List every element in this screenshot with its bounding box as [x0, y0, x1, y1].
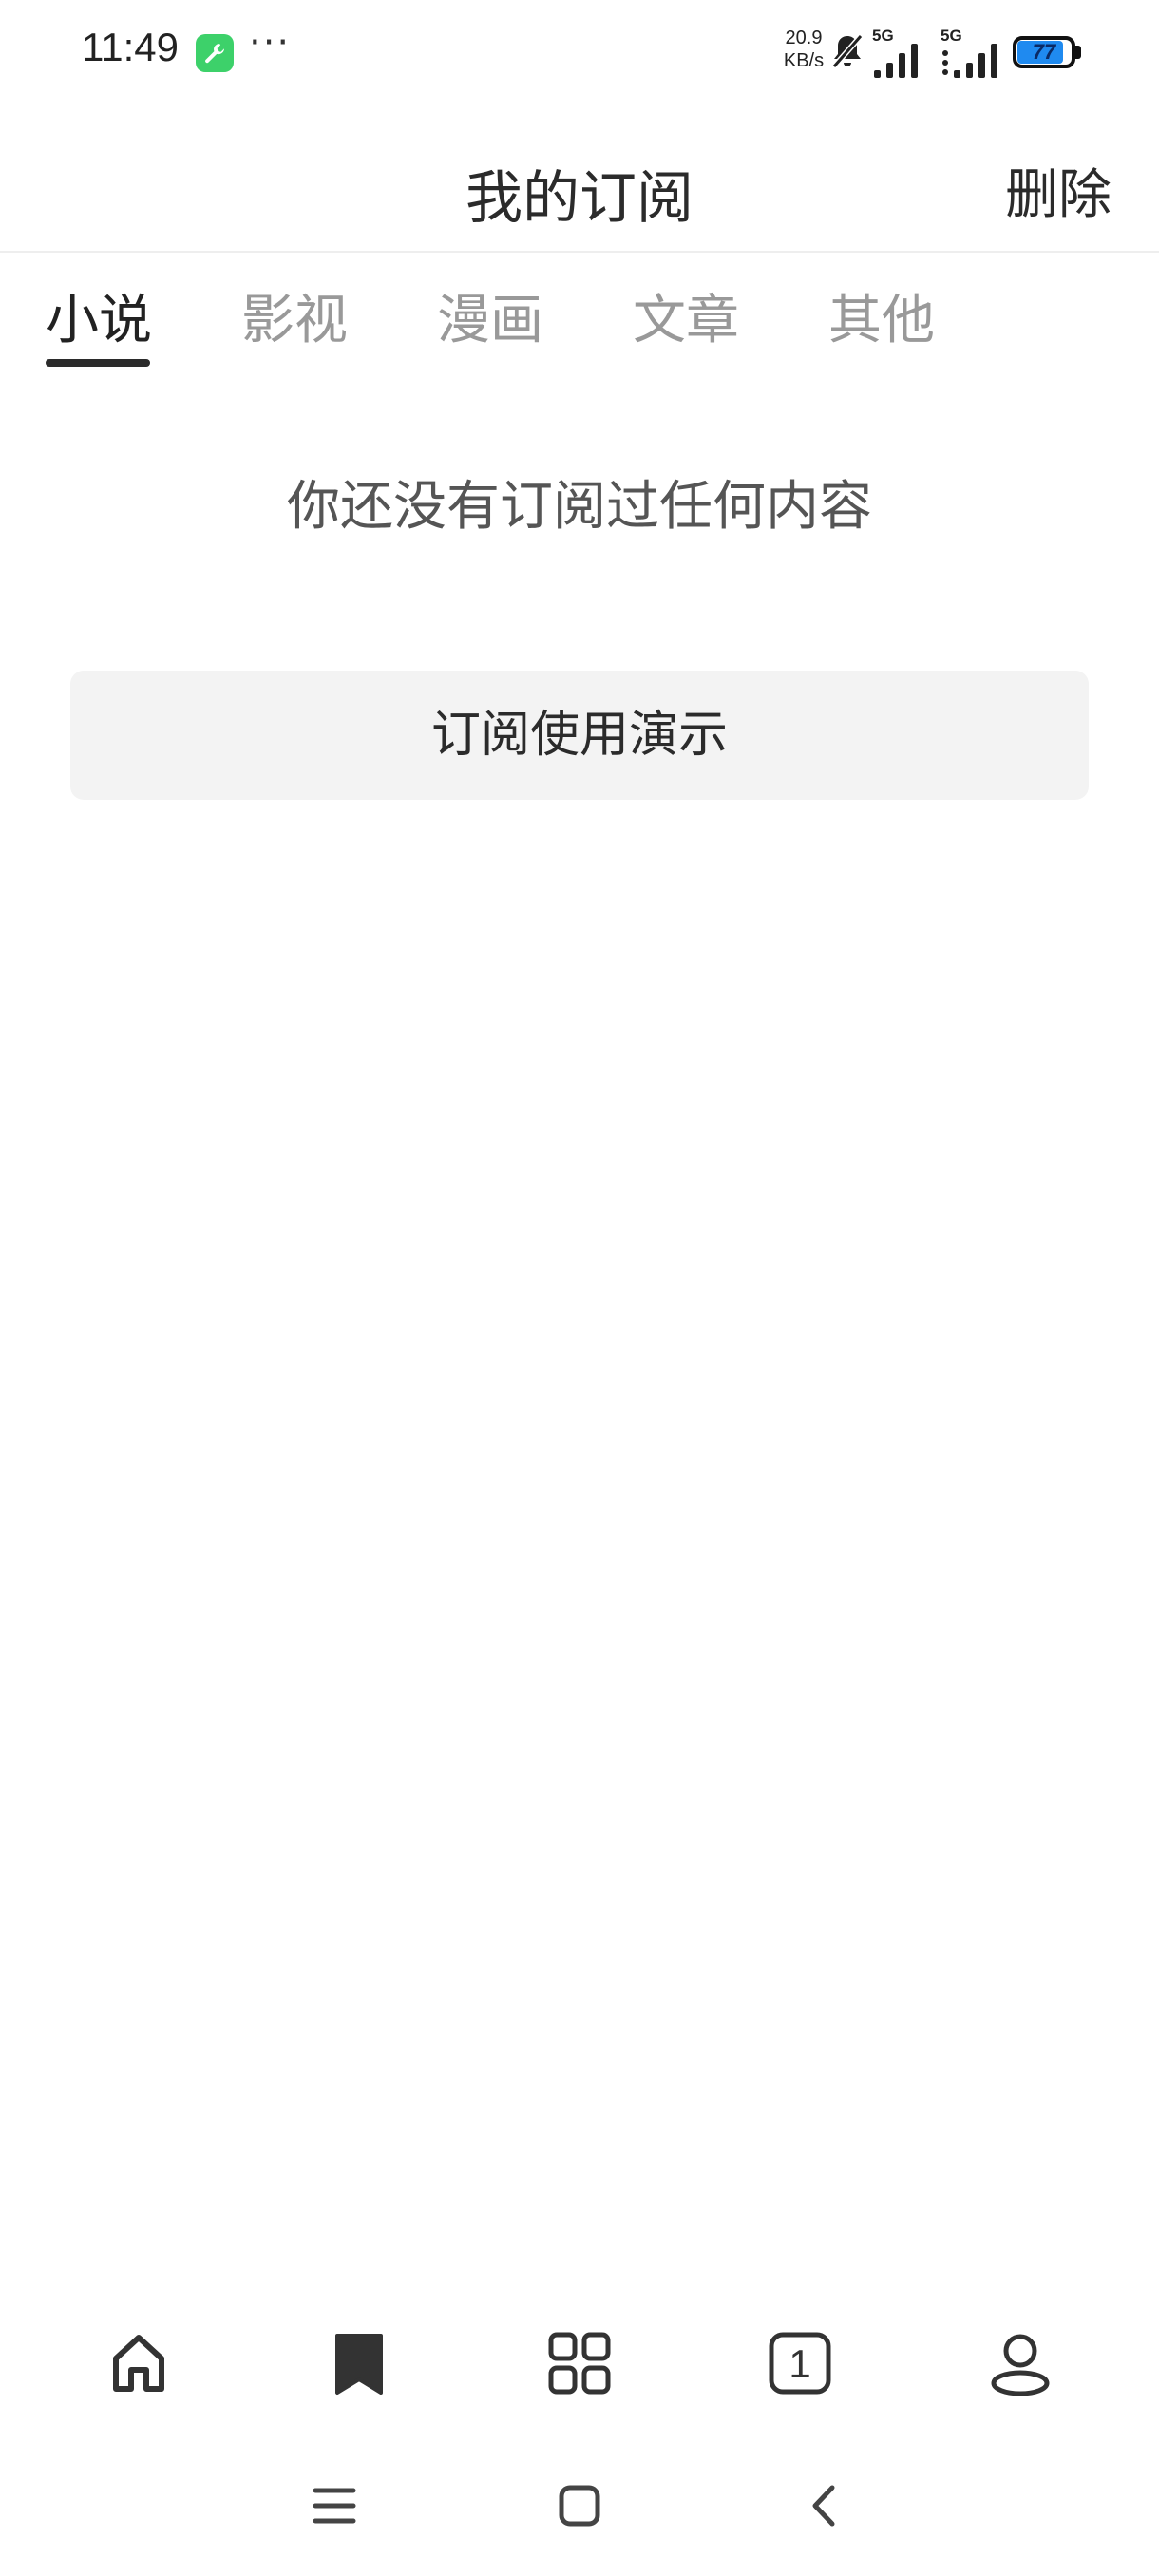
back-icon[interactable] — [796, 2477, 853, 2534]
active-tab-indicator — [46, 359, 150, 367]
subscriptions-screen: 11:49 ··· 20.9 KB/s 5G 5G 77 我的订阅 删除 小说 … — [0, 0, 1159, 2576]
empty-state-message: 你还没有订阅过任何内容 — [287, 476, 872, 538]
tab-count: 1 — [788, 2341, 810, 2386]
more-notifications-icon: ··· — [249, 21, 292, 65]
menu-icon[interactable] — [306, 2477, 363, 2534]
bell-muted-icon — [830, 32, 864, 74]
network-speed: 20.9 KB/s — [775, 27, 832, 72]
status-bar: 11:49 ··· 20.9 KB/s 5G 5G 77 — [0, 0, 1159, 104]
system-nav — [0, 2470, 1159, 2546]
status-time: 11:49 — [82, 25, 179, 69]
battery-icon: 77 — [1013, 36, 1081, 68]
apps-grid-icon[interactable] — [542, 2325, 618, 2401]
tabs-count-icon[interactable]: 1 — [762, 2325, 838, 2401]
home-icon[interactable] — [101, 2325, 177, 2401]
tab-novel[interactable]: 小说 — [32, 277, 165, 372]
network-speed-value: 20.9 — [785, 28, 823, 48]
tab-video[interactable]: 影视 — [228, 277, 361, 372]
battery-level: 77 — [1032, 40, 1056, 64]
signal-bars-icon — [874, 44, 918, 78]
wrench-icon — [196, 34, 234, 72]
app-header: 我的订阅 删除 — [0, 123, 1159, 253]
tab-other[interactable]: 其他 — [815, 277, 948, 372]
network-speed-unit: KB/s — [783, 50, 825, 71]
signal-bars-icon — [942, 44, 998, 78]
page-title: 我的订阅 — [466, 165, 694, 232]
tab-article[interactable]: 文章 — [619, 277, 752, 372]
delete-button[interactable]: 删除 — [1005, 152, 1112, 229]
bottom-nav: 1 — [0, 2318, 1159, 2413]
tab-comic[interactable]: 漫画 — [424, 277, 557, 372]
bookmark-icon[interactable] — [321, 2325, 397, 2401]
profile-icon[interactable] — [982, 2325, 1058, 2401]
home-square-icon[interactable] — [551, 2477, 608, 2534]
category-tabs: 小说 影视 漫画 文章 其他 — [0, 255, 1159, 374]
subscription-demo-button[interactable]: 订阅使用演示 — [70, 671, 1089, 800]
